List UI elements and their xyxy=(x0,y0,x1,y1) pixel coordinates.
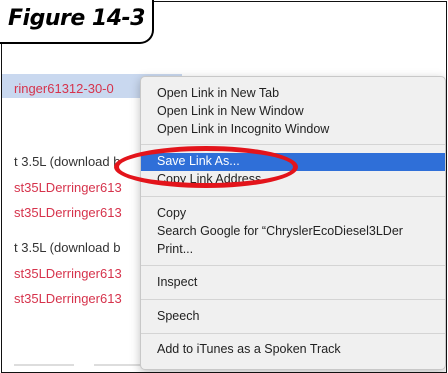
figure-label: Figure 14-3 xyxy=(8,6,145,31)
menu-separator xyxy=(141,196,445,197)
link-text[interactable]: st35LDerringer613 xyxy=(14,291,122,306)
menu-separator xyxy=(141,144,445,145)
link-text[interactable]: st35LDerringer613 xyxy=(14,180,122,195)
menu-item-print[interactable]: Print... xyxy=(141,241,445,259)
menu-item-copy[interactable]: Copy xyxy=(141,205,445,223)
menu-item-open-new-tab[interactable]: Open Link in New Tab xyxy=(141,85,445,103)
page-text: t 3.5L (download b xyxy=(14,154,121,169)
menu-item-inspect[interactable]: Inspect xyxy=(141,274,445,292)
menu-item-add-to-itunes[interactable]: Add to iTunes as a Spoken Track xyxy=(141,341,445,359)
menu-separator xyxy=(141,265,445,266)
menu-separator xyxy=(141,299,445,300)
context-menu: Open Link in New Tab Open Link in New Wi… xyxy=(140,76,446,370)
link-text[interactable]: st35LDerringer613 xyxy=(14,266,122,281)
menu-item-open-new-window[interactable]: Open Link in New Window xyxy=(141,103,445,121)
page-text: t 3.5L (download b xyxy=(14,240,121,255)
browser-page: ringer61312-30-0 t 3.5L (download b st35… xyxy=(1,1,447,373)
menu-item-search-google[interactable]: Search Google for “ChryslerEcoDiesel3LDe… xyxy=(141,223,445,241)
figure-label-tab: Figure 14-3 xyxy=(0,0,154,44)
callout-oval xyxy=(114,146,298,188)
menu-separator xyxy=(141,333,445,334)
menu-item-open-incognito[interactable]: Open Link in Incognito Window xyxy=(141,121,445,139)
link-text[interactable]: st35LDerringer613 xyxy=(14,205,122,220)
link-text[interactable]: ringer61312-30-0 xyxy=(14,81,114,96)
menu-item-speech[interactable]: Speech xyxy=(141,308,445,326)
